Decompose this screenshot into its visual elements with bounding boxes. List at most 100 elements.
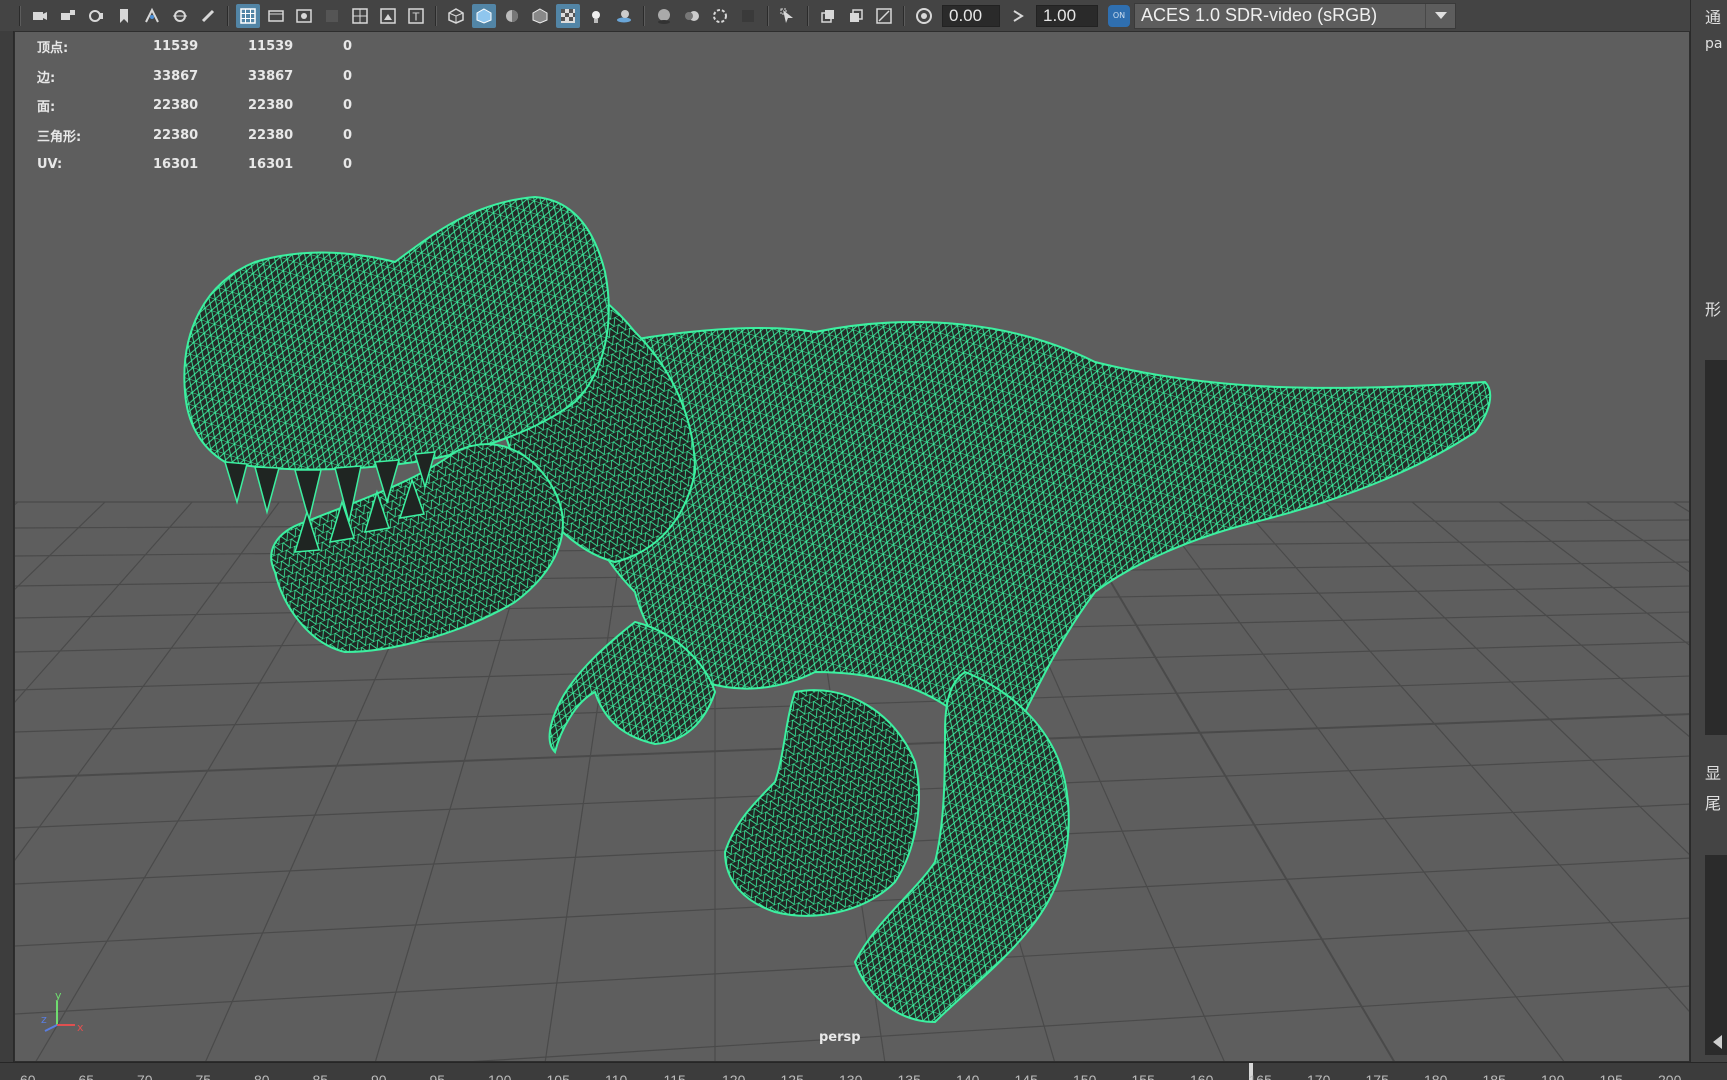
trex-body-mesh [567, 321, 1492, 725]
exposure-icon[interactable] [912, 4, 936, 28]
3d-viewport[interactable]: 顶点: 11539 11539 0 边: 33867 33867 0 面: 22380 2238… [14, 31, 1690, 1062]
toolbar-separator [227, 5, 229, 26]
color-management-toggle[interactable]: ON [1108, 4, 1130, 27]
grease-pencil-icon[interactable] [196, 4, 220, 28]
hud-value: 33867 [153, 68, 199, 84]
toolbar-separator [807, 5, 809, 26]
film-gate-icon[interactable] [264, 4, 288, 28]
safe-action-icon[interactable] [376, 4, 400, 28]
gamma-field[interactable]: 1.00 [1036, 4, 1098, 27]
timeline-tick-label: 155 [1131, 1072, 1155, 1080]
timeline-tick-label: 110 [605, 1072, 628, 1080]
timeline-tick-label: 115 [663, 1072, 686, 1080]
svg-text:T: T [412, 10, 420, 23]
bookmark-camera-icon[interactable] [84, 4, 108, 28]
xray-icon[interactable] [556, 3, 580, 28]
grid-line [472, 985, 1689, 1061]
default-material-icon[interactable] [500, 4, 524, 28]
hud-row-uvs: UV: 16301 16301 0 [37, 150, 373, 180]
right-panel-text: 显 [1705, 764, 1722, 783]
grid-line [1150, 501, 1565, 1061]
poly-count-hud: 顶点: 11539 11539 0 边: 33867 33867 0 面: 22380 2238… [37, 32, 373, 180]
axis-z-label: z [41, 1013, 47, 1026]
select-camera-icon[interactable] [28, 4, 52, 28]
resolution-gate-icon[interactable] [292, 4, 316, 28]
timeline-tick-label: 85 [312, 1072, 329, 1080]
right-panel-list[interactable] [1705, 360, 1727, 735]
timeline-tick-label: 190 [1541, 1072, 1565, 1080]
bookmark-icon[interactable] [112, 4, 136, 28]
time-slider[interactable]: 60 65 70 75 80 85 90 95 100 105 110 115 120 125 130 135… [0, 1062, 1727, 1080]
right-panel-list[interactable] [1705, 855, 1727, 1055]
xray-active-components-icon[interactable] [844, 4, 868, 28]
scroll-left-icon[interactable] [1713, 1035, 1722, 1049]
chevron-down-icon[interactable] [1425, 3, 1455, 28]
hud-value: 16301 [248, 157, 294, 173]
toolbar-separator [903, 5, 905, 26]
grid-line [1062, 501, 1395, 1061]
depth-of-field-icon[interactable] [736, 4, 760, 28]
hud-value: 22380 [153, 98, 199, 114]
timeline-tick-label: 195 [1599, 1072, 1623, 1080]
toolbar-separator [643, 5, 645, 26]
exposure-field[interactable]: 0.00 [942, 4, 1000, 27]
right-panel-text: pa [1705, 36, 1723, 52]
view-transform-value: ACES 1.0 SDR-video (sRGB) [1141, 5, 1378, 25]
trex-front-leg-mesh [723, 689, 920, 917]
timeline-tick-label: 120 [722, 1072, 746, 1080]
2d-pan-zoom-icon[interactable] [168, 4, 192, 28]
axis-y-label: y [55, 989, 62, 1002]
timeline-tick-label: 70 [137, 1072, 153, 1080]
timeline-tick-label: 150 [1073, 1072, 1097, 1080]
grid-line [1237, 501, 1689, 1012]
field-chart-icon[interactable] [348, 4, 372, 28]
use-all-lights-icon[interactable] [584, 4, 608, 28]
right-panel-text: 通 [1705, 8, 1722, 27]
timeline-tick-label: 175 [1365, 1072, 1389, 1080]
hud-value: 22380 [248, 98, 294, 114]
hud-value: 22380 [248, 127, 294, 143]
motion-blur-icon[interactable] [680, 4, 704, 28]
viewport-scene [15, 195, 1689, 1061]
wireframe-on-shaded-icon[interactable] [528, 4, 552, 28]
camera-label: persp [819, 1030, 861, 1045]
axis-gizmo-icon: y x z [41, 989, 84, 1034]
hud-value: 22380 [153, 127, 199, 143]
right-panel-text: 形 [1705, 300, 1722, 319]
image-plane-icon[interactable] [140, 4, 164, 28]
timeline-tick-label: 95 [429, 1072, 446, 1080]
hud-value: 11539 [153, 39, 199, 55]
timeline-tick-label: 135 [897, 1072, 921, 1080]
left-edge-strip [0, 0, 14, 1080]
hud-value: 0 [343, 39, 353, 55]
trex-wireframe-model[interactable] [183, 195, 1492, 1024]
gate-mask-icon[interactable] [320, 4, 344, 28]
view-transform-dropdown[interactable]: ACES 1.0 SDR-video (sRGB) [1134, 2, 1456, 29]
timeline-tick-label: 140 [956, 1072, 980, 1080]
grid-line [1411, 501, 1689, 738]
timeline-tick-label: 60 [20, 1072, 36, 1080]
screen-space-ao-icon[interactable] [652, 4, 676, 28]
camera-attributes-icon[interactable] [56, 4, 80, 28]
hud-value: 0 [343, 68, 353, 84]
shadows-icon[interactable] [612, 4, 636, 28]
timeline-tick-label: 90 [371, 1072, 387, 1080]
backface-culling-icon[interactable] [872, 4, 896, 28]
wireframe-icon[interactable] [444, 4, 468, 28]
timeline-tick-label: 180 [1424, 1072, 1448, 1080]
toolbar-separator [19, 5, 21, 26]
right-side-panel: 通 pa 形 显 尾 [1690, 0, 1727, 1080]
timeline-tick-label: 130 [839, 1072, 863, 1080]
hud-label: 顶点: [37, 41, 69, 57]
gamma-icon[interactable] [1006, 4, 1030, 28]
anti-aliasing-icon[interactable] [708, 4, 732, 28]
isolate-select-icon[interactable] [776, 4, 800, 28]
grid-toggle-icon[interactable] [236, 3, 260, 28]
smooth-shade-icon[interactable] [472, 3, 496, 28]
xray-joints-icon[interactable] [816, 4, 840, 28]
hud-label: 三角形: [37, 129, 82, 145]
hud-label: 面: [37, 100, 56, 116]
safe-title-icon[interactable]: T [404, 4, 428, 28]
hud-value: 33867 [248, 68, 294, 84]
toolbar-separator [435, 5, 437, 26]
